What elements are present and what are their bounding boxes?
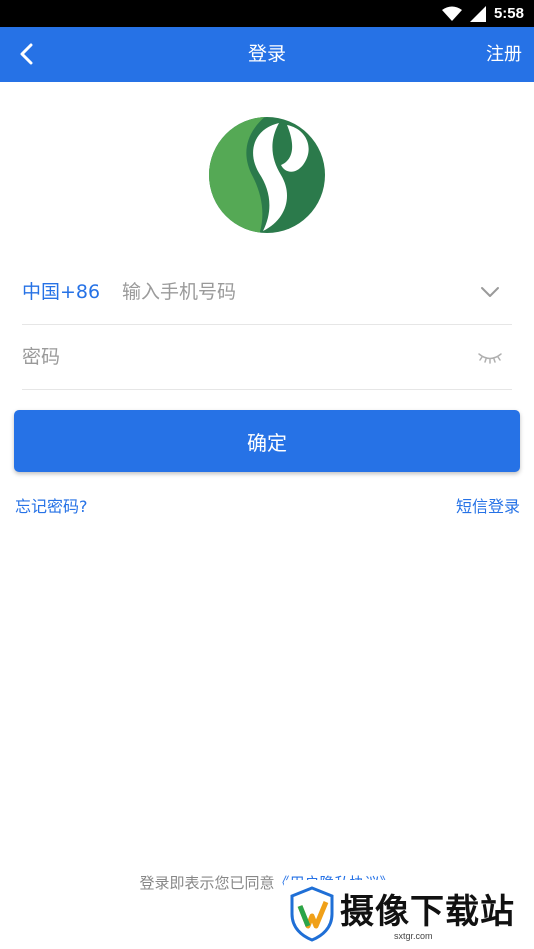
cellular-signal-icon [469, 5, 486, 22]
country-code-selector[interactable]: 中国+86 [22, 260, 100, 325]
phone-field: 中国+86 [22, 260, 512, 325]
password-input[interactable] [22, 337, 442, 377]
confirm-button[interactable]: 确定 [14, 410, 520, 472]
nav-bar: 登录 注册 [0, 27, 534, 82]
forgot-password-link[interactable]: 忘记密码? [15, 494, 88, 520]
watermark-text: 摄像下载站 [340, 892, 515, 932]
watermark: 摄像下载站 sxtgr.com [284, 880, 534, 946]
eye-closed-icon[interactable] [476, 347, 504, 367]
wifi-icon [441, 6, 462, 21]
status-bar: 5:58 [0, 0, 534, 27]
chevron-down-icon[interactable] [478, 280, 502, 304]
agreement-prefix: 登录即表示您已同意 [139, 874, 275, 892]
status-icons: 5:58 [441, 3, 524, 24]
back-arrow-icon [20, 43, 33, 65]
password-field [22, 325, 512, 390]
register-button[interactable]: 注册 [486, 27, 522, 82]
page-title: 登录 [247, 43, 286, 65]
status-time: 5:58 [493, 5, 524, 22]
shield-logo-icon [290, 886, 334, 942]
watermark-url: sxtgr.com [394, 931, 433, 941]
sms-login-link[interactable]: 短信登录 [456, 494, 520, 520]
app-logo [209, 117, 325, 233]
back-button[interactable] [6, 34, 46, 74]
phone-input[interactable] [122, 272, 462, 312]
